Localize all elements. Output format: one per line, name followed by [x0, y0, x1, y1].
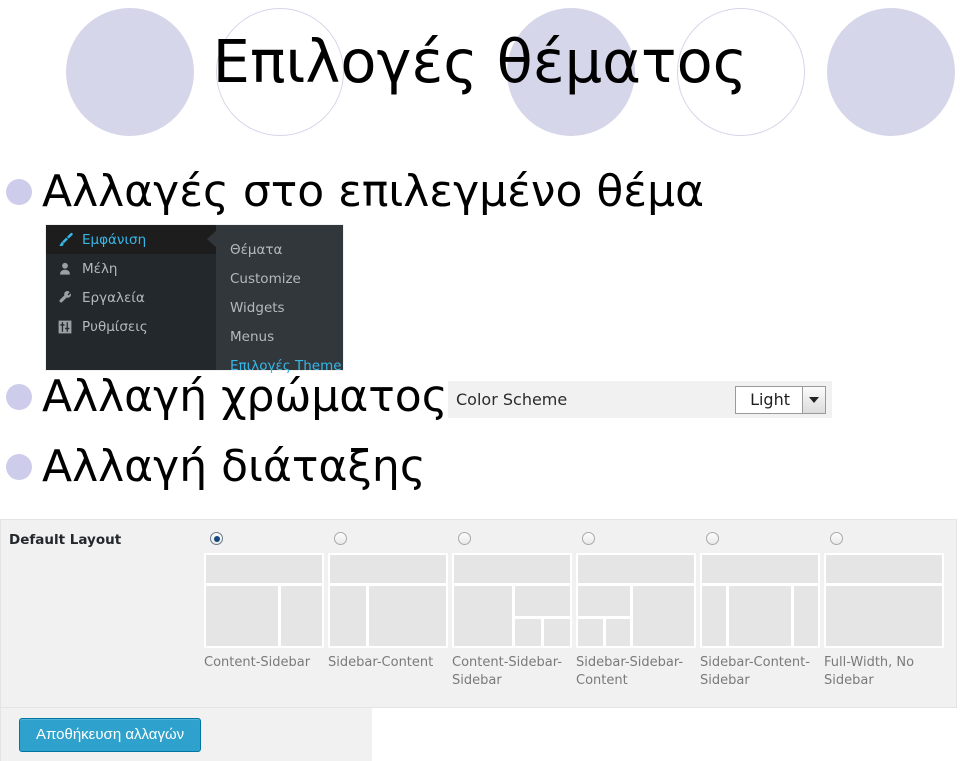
layout-caption: Full-Width, No Sidebar	[824, 655, 915, 688]
color-scheme-select[interactable]: Light	[735, 385, 826, 414]
save-changes-button[interactable]: Αποθήκευση αλλαγών	[19, 718, 202, 752]
submenu-item-label: Menus	[230, 328, 275, 345]
thumb-header-bar	[454, 555, 570, 583]
thumb-sidebar-left	[702, 586, 726, 646]
bullet-item-1: Αλλαγές στο επιλεγμένο θέμα	[6, 170, 704, 214]
thumb-sidebar-pair	[515, 619, 570, 646]
layout-caption: Content-Sidebar-Sidebar	[452, 655, 562, 688]
color-scheme-label: Color Scheme	[456, 390, 568, 409]
sidebar-item-label: Εργαλεία	[82, 289, 145, 306]
layout-caption: Content-Sidebar	[204, 655, 311, 670]
bullet-item-2: Αλλαγή χρώματος	[6, 375, 448, 419]
default-layout-label: Default Layout	[9, 532, 122, 548]
layout-radio[interactable]	[458, 532, 471, 545]
thumb-header-bar	[826, 555, 942, 583]
layout-thumbnail	[328, 553, 448, 648]
layout-caption: Sidebar-Sidebar-Content	[576, 655, 684, 688]
submenu-item-label: Θέματα	[230, 241, 283, 258]
submenu-item-label: Customize	[230, 270, 301, 287]
layout-option-sidebar-sidebar-content[interactable]: Sidebar-Sidebar-Content	[576, 528, 700, 689]
thumb-body	[702, 586, 818, 646]
sidebar-item-label: Εμφάνιση	[82, 231, 147, 248]
chevron-down-icon[interactable]	[802, 386, 825, 413]
thumb-body	[330, 586, 446, 646]
save-button-strip: Αποθήκευση αλλαγών	[0, 708, 372, 761]
thumb-sidebar-right	[794, 586, 818, 646]
thumb-sidebar-col	[281, 586, 322, 646]
color-scheme-row: Color Scheme Light	[448, 381, 832, 418]
layout-option-full-width[interactable]: Full-Width, No Sidebar	[824, 528, 948, 689]
layout-radio[interactable]	[210, 532, 223, 545]
user-icon	[54, 259, 76, 279]
sidebar-item-settings[interactable]: Ρυθμίσεις	[46, 312, 216, 341]
submenu-item-customize[interactable]: Customize	[216, 264, 343, 293]
layout-radio[interactable]	[830, 532, 843, 545]
bullet-text-2: Αλλαγή χρώματος	[42, 371, 448, 422]
thumb-header-bar	[702, 555, 818, 583]
layout-thumbnail	[576, 553, 696, 648]
thumb-body	[206, 586, 322, 646]
color-scheme-value: Light	[750, 390, 790, 409]
wp-admin-sidebar: Εμφάνιση Μέλη Εργαλεία Ρυθμίσεις	[46, 225, 217, 370]
thumb-content-col	[454, 586, 512, 646]
layout-radio[interactable]	[334, 532, 347, 545]
thumb-header-bar	[206, 555, 322, 583]
layout-option-sidebar-content-sidebar[interactable]: Sidebar-Content-Sidebar	[700, 528, 824, 689]
bullet-text-3: Αλλαγή διάταξης	[42, 441, 426, 492]
thumb-header-bar	[578, 555, 694, 583]
layout-option-content-sidebar[interactable]: Content-Sidebar	[204, 528, 328, 689]
sidebar-item-appearance[interactable]: Εμφάνιση	[46, 225, 217, 254]
thumb-sidebar-stack	[515, 586, 570, 646]
layout-caption: Sidebar-Content-Sidebar	[700, 655, 810, 688]
thumb-sidebar-stack	[578, 586, 630, 646]
thumb-body	[578, 586, 694, 646]
slide-header: Επιλογές θέματος	[0, 0, 960, 145]
submenu-item-label: Widgets	[230, 299, 285, 316]
layout-option-sidebar-content[interactable]: Sidebar-Content	[328, 528, 452, 689]
wrench-icon	[54, 288, 76, 308]
default-layout-options: Content-Sidebar Sidebar-Content Content-…	[204, 528, 948, 689]
default-layout-panel: Default Layout Content-Sidebar Sidebar-C…	[0, 519, 957, 708]
layout-radio[interactable]	[706, 532, 719, 545]
layout-thumbnail	[204, 553, 324, 648]
thumb-content-col	[369, 586, 446, 646]
sidebar-item-label: Ρυθμίσεις	[82, 318, 148, 335]
submenu-item-themes[interactable]: Θέματα	[216, 235, 343, 264]
thumb-sidebar-pair	[578, 619, 630, 646]
thumb-sidebar-col	[330, 586, 366, 646]
thumb-body	[454, 586, 570, 646]
thumb-content-col	[826, 586, 942, 646]
bullet-dot-icon	[6, 179, 32, 205]
sidebar-item-tools[interactable]: Εργαλεία	[46, 283, 216, 312]
bullet-item-3: Αλλαγή διάταξης	[6, 445, 426, 489]
layout-option-content-sidebar-sidebar[interactable]: Content-Sidebar-Sidebar	[452, 528, 576, 689]
thumb-header-bar	[330, 555, 446, 583]
thumb-content-col	[633, 586, 694, 646]
wp-admin-submenu: Θέματα Customize Widgets Menus Επιλογές …	[216, 225, 343, 374]
layout-caption: Sidebar-Content	[328, 655, 434, 670]
settings-sliders-icon	[54, 317, 76, 337]
bullet-text-1: Αλλαγές στο επιλεγμένο θέμα	[42, 166, 705, 217]
layout-radio[interactable]	[582, 532, 595, 545]
paintbrush-icon	[54, 230, 76, 250]
layout-thumbnail	[452, 553, 572, 648]
thumb-content-col	[206, 586, 278, 646]
submenu-item-menus[interactable]: Menus	[216, 322, 343, 351]
wordpress-admin-menu-screenshot: Εμφάνιση Μέλη Εργαλεία Ρυθμίσεις Θέματα …	[46, 225, 343, 374]
bullet-dot-icon	[6, 384, 32, 410]
sidebar-item-users[interactable]: Μέλη	[46, 254, 216, 283]
thumb-content-col	[729, 586, 791, 646]
submenu-item-widgets[interactable]: Widgets	[216, 293, 343, 322]
thumb-body	[826, 586, 942, 646]
sidebar-item-label: Μέλη	[82, 260, 118, 277]
bullet-dot-icon	[6, 454, 32, 480]
page-title: Επιλογές θέματος	[212, 27, 748, 96]
layout-thumbnail	[824, 553, 944, 648]
layout-thumbnail	[700, 553, 820, 648]
